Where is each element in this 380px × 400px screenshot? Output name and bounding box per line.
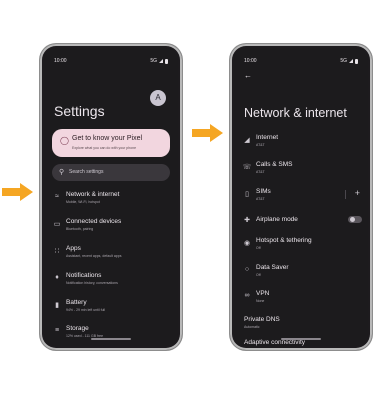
right-phone: 10:00 5G ← Network & internet ◢ Internet…	[230, 44, 372, 350]
status-time: 10:00	[54, 58, 67, 64]
left-phone: 10:00 5G A Settings ◯ Get to know your P…	[40, 44, 182, 350]
item-title: Adaptive connectivity	[244, 339, 306, 346]
settings-item-network[interactable]: ≈ Network & internet Mobile, Wi-Fi, hots…	[44, 189, 178, 209]
network-item-airplane-mode[interactable]: ✚ Airplane mode	[234, 212, 368, 232]
settings-item-notifications[interactable]: ♦ Notifications Notification history, co…	[44, 270, 178, 290]
card-subtitle: Explore what you can do with your phone	[72, 146, 137, 150]
settings-item-storage[interactable]: ≡ Storage 12% used - 111 GB free	[44, 323, 178, 343]
get-to-know-card[interactable]: ◯ Get to know your Pixel Explore what yo…	[52, 129, 170, 157]
item-title: VPN	[256, 290, 270, 297]
network-item-internet[interactable]: ◢ Internet AT&T	[234, 132, 368, 152]
page-title: Settings	[54, 103, 105, 119]
vpn-icon: ∞	[244, 292, 250, 299]
network-item-calls-sms[interactable]: ☏ Calls & SMS AT&T	[234, 159, 368, 179]
settings-screen: 10:00 5G A Settings ◯ Get to know your P…	[44, 48, 178, 346]
bell-icon: ♦	[55, 274, 59, 281]
avatar[interactable]: A	[150, 90, 166, 106]
devices-icon: ▭	[53, 221, 61, 228]
airplane-icon: ✚	[244, 217, 250, 224]
item-title: Battery	[66, 299, 87, 306]
item-subtitle: Off	[256, 246, 261, 250]
lightbulb-icon: ◯	[60, 136, 69, 145]
search-icon: ⚲	[59, 169, 65, 176]
home-indicator[interactable]	[91, 338, 131, 340]
page-title: Network & internet	[244, 106, 347, 120]
item-subtitle: None	[256, 299, 265, 303]
item-title: Apps	[66, 245, 81, 252]
item-title: Hotspot & tethering	[256, 237, 312, 244]
network-internet-screen: 10:00 5G ← Network & internet ◢ Internet…	[234, 48, 368, 346]
airplane-mode-toggle[interactable]	[348, 216, 362, 223]
add-sim-icon[interactable]: +	[355, 188, 360, 198]
item-subtitle: Automatic	[244, 325, 260, 329]
divider	[345, 190, 346, 199]
item-title: SIMs	[256, 188, 271, 195]
wifi-icon: ≈	[55, 193, 59, 200]
item-subtitle: 94% - 29 min left until full	[66, 308, 106, 312]
network-item-sims[interactable]: ▯ SIMs AT&T +	[234, 186, 368, 206]
item-title: Network & internet	[66, 191, 120, 198]
sim-icon: ▯	[245, 191, 249, 198]
search-placeholder: Search settings	[69, 169, 104, 175]
hotspot-icon: ◉	[243, 240, 251, 247]
item-subtitle: Bluetooth, pairing	[66, 227, 94, 231]
item-title: Calls & SMS	[256, 161, 293, 168]
settings-item-connected-devices[interactable]: ▭ Connected devices Bluetooth, pairing	[44, 216, 178, 236]
storage-icon: ≡	[54, 327, 60, 334]
signal-icon	[159, 59, 163, 63]
item-title: Airplane mode	[256, 216, 298, 223]
settings-item-battery[interactable]: ▮ Battery 94% - 29 min left until full	[44, 297, 178, 317]
item-title: Data Saver	[256, 264, 289, 271]
item-subtitle: AT&T	[256, 143, 265, 147]
item-subtitle: Off	[256, 273, 261, 277]
network-item-hotspot[interactable]: ◉ Hotspot & tethering Off	[234, 235, 368, 255]
item-subtitle: AT&T	[256, 170, 265, 174]
item-subtitle: Assistant, recent apps, default apps	[66, 254, 122, 258]
item-title: Private DNS	[244, 316, 280, 323]
data-saver-icon: ○	[244, 266, 250, 273]
network-item-data-saver[interactable]: ○ Data Saver Off	[234, 262, 368, 282]
status-bar: 10:00 5G	[244, 56, 358, 66]
calls-sms-icon: ☏	[242, 164, 252, 171]
apps-icon: ∷	[54, 248, 60, 255]
search-input[interactable]: ⚲ Search settings	[52, 164, 170, 181]
back-arrow-icon[interactable]: ←	[244, 71, 252, 80]
annotation-arrow-left	[2, 183, 33, 201]
card-title: Get to know your Pixel	[72, 135, 143, 142]
arrow-shape	[192, 124, 223, 142]
item-subtitle: Notification history, conversations	[66, 281, 118, 285]
battery-status-icon	[165, 58, 168, 64]
arrow-shape	[2, 183, 33, 201]
settings-item-apps[interactable]: ∷ Apps Assistant, recent apps, default a…	[44, 243, 178, 263]
item-subtitle: AT&T	[256, 197, 265, 201]
home-indicator[interactable]	[281, 338, 321, 340]
network-item-private-dns[interactable]: Private DNS Automatic	[234, 314, 368, 334]
network-label: 5G	[150, 58, 157, 64]
network-label: 5G	[340, 58, 347, 64]
item-title: Connected devices	[66, 218, 122, 225]
signal-icon	[349, 59, 353, 63]
annotation-arrow-right	[192, 124, 223, 142]
status-bar: 10:00 5G	[54, 56, 168, 66]
item-title: Internet	[256, 134, 279, 141]
battery-icon: ▮	[55, 302, 59, 309]
battery-status-icon	[355, 58, 358, 64]
item-title: Storage	[66, 325, 89, 332]
item-subtitle: Mobile, Wi-Fi, hotspot	[66, 200, 100, 204]
item-title: Notifications	[66, 272, 102, 279]
status-time: 10:00	[244, 58, 257, 64]
signal-icon: ◢	[244, 137, 250, 144]
network-item-vpn[interactable]: ∞ VPN None	[234, 288, 368, 308]
